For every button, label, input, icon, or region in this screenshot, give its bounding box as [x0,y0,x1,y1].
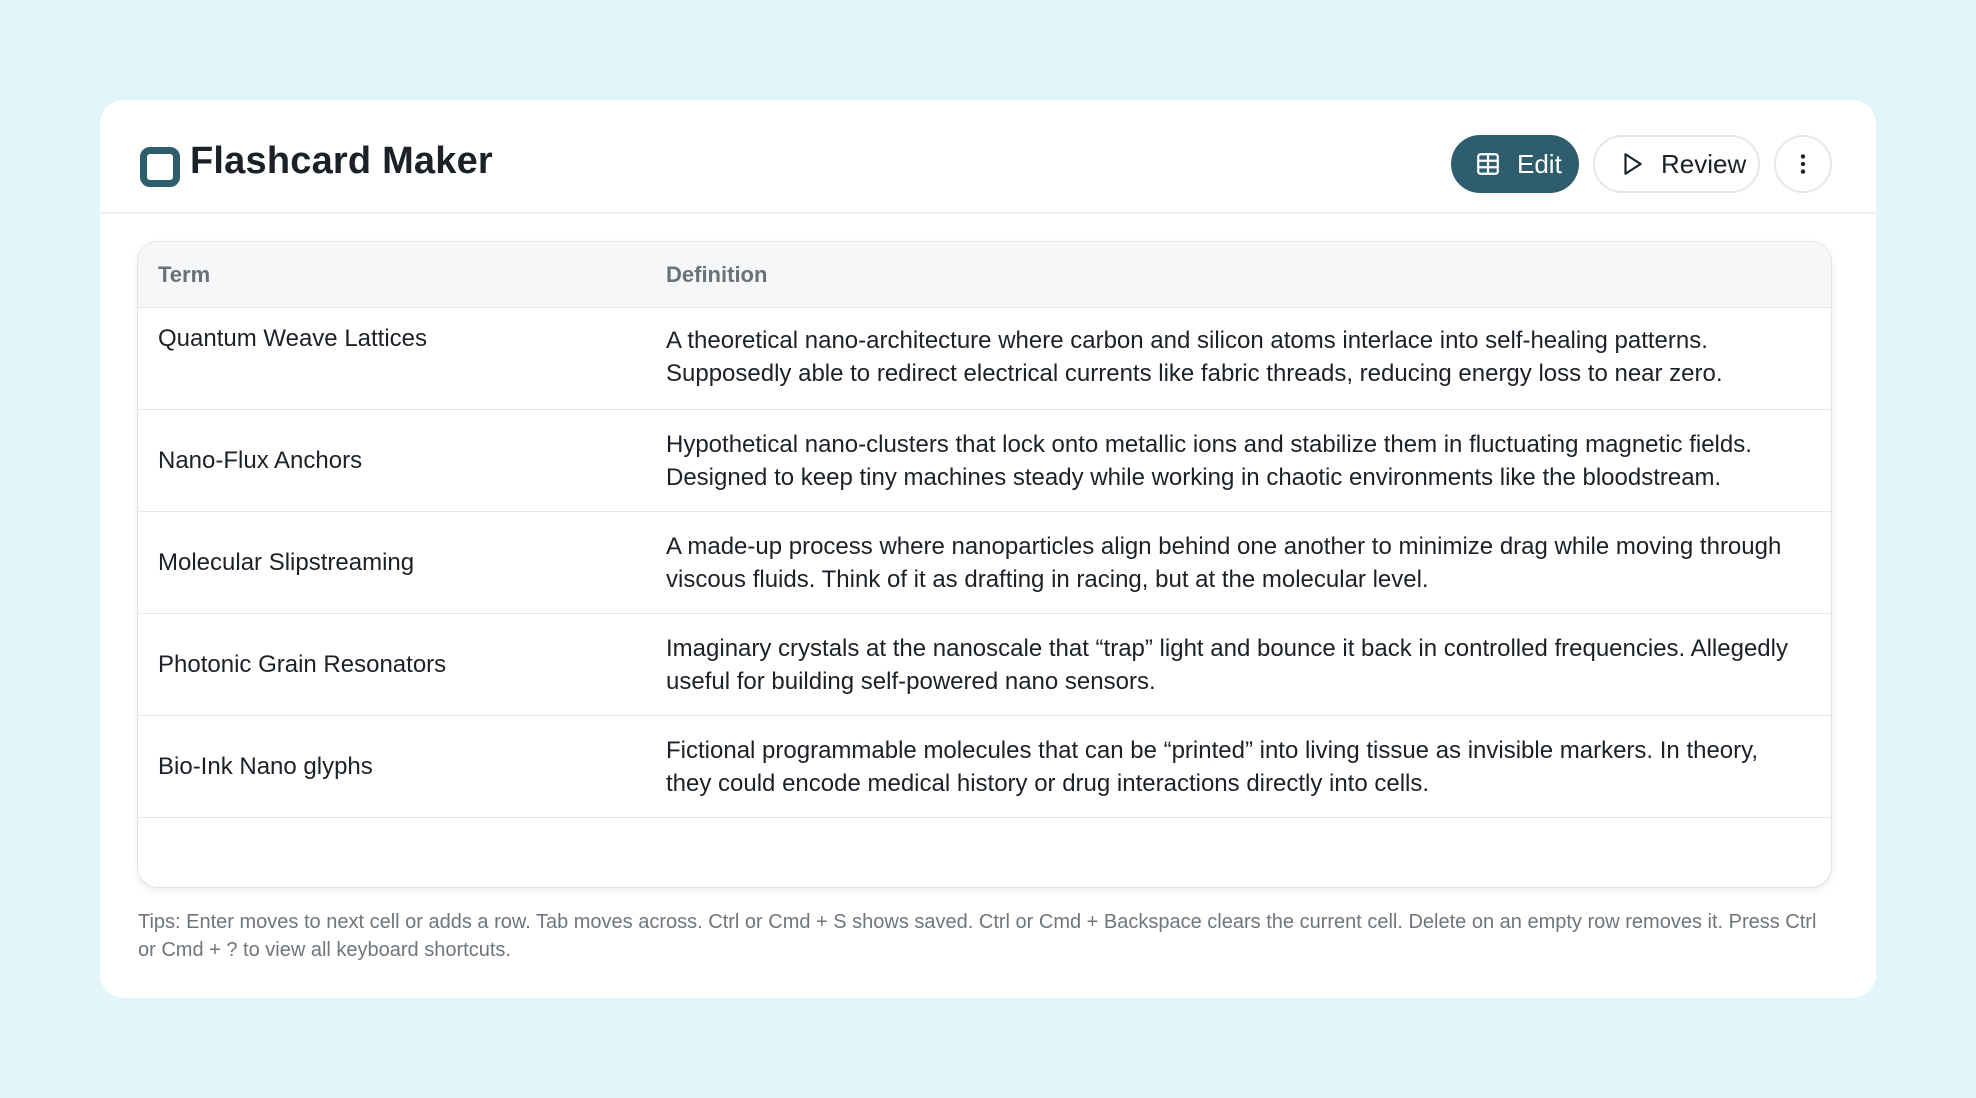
definition-cell[interactable]: Imaginary crystals at the nanoscale that… [666,614,1806,715]
definition-cell[interactable]: Fictional programmable molecules that ca… [666,716,1806,817]
column-header-term: Term [158,262,211,287]
term-cell[interactable]: Nano-Flux Anchors [158,410,362,511]
app-logo-icon [140,147,180,187]
term-cell[interactable]: Molecular Slipstreaming [158,512,414,613]
table-row: Bio-Ink Nano glyphs Fictional programmab… [138,716,1831,818]
table-row: Nano-Flux Anchors Hypothetical nano-clus… [138,410,1831,512]
term-cell[interactable]: Bio-Ink Nano glyphs [158,716,373,817]
app-title: Flashcard Maker [190,140,493,182]
keyboard-tips: Tips: Enter moves to next cell or adds a… [138,911,1817,961]
definition-cell[interactable]: Hypothetical nano-clusters that lock ont… [666,410,1806,511]
term-cell[interactable]: Quantum Weave Lattices [158,308,427,353]
table-row: Molecular Slipstreaming A made-up proces… [138,512,1831,614]
more-vertical-icon [1790,151,1816,177]
definition-cell[interactable]: A theoretical nano-architecture where ca… [666,308,1806,390]
table-row: Quantum Weave Lattices A theoretical nan… [138,308,1831,410]
table-grid-icon [1475,151,1501,177]
play-icon [1619,151,1645,177]
edit-button-label: Edit [1517,148,1562,179]
edit-button[interactable]: Edit [1451,135,1579,193]
term-cell[interactable]: Photonic Grain Resonators [158,614,446,715]
app-header: Flashcard Maker Edit Review [100,100,1876,214]
flashcard-maker-card: Flashcard Maker Edit Review Term Definit… [100,100,1876,998]
table-header: Term Definition [138,242,1831,308]
flashcard-table: Term Definition Quantum Weave Lattices A… [138,242,1831,887]
empty-table-row[interactable] [138,818,1831,887]
review-button-label: Review [1661,148,1747,179]
definition-cell[interactable]: A made-up process where nanoparticles al… [666,512,1806,613]
column-header-definition: Definition [666,262,768,287]
review-button[interactable]: Review [1593,135,1760,193]
table-row: Photonic Grain Resonators Imaginary crys… [138,614,1831,716]
more-options-button[interactable] [1774,135,1832,193]
